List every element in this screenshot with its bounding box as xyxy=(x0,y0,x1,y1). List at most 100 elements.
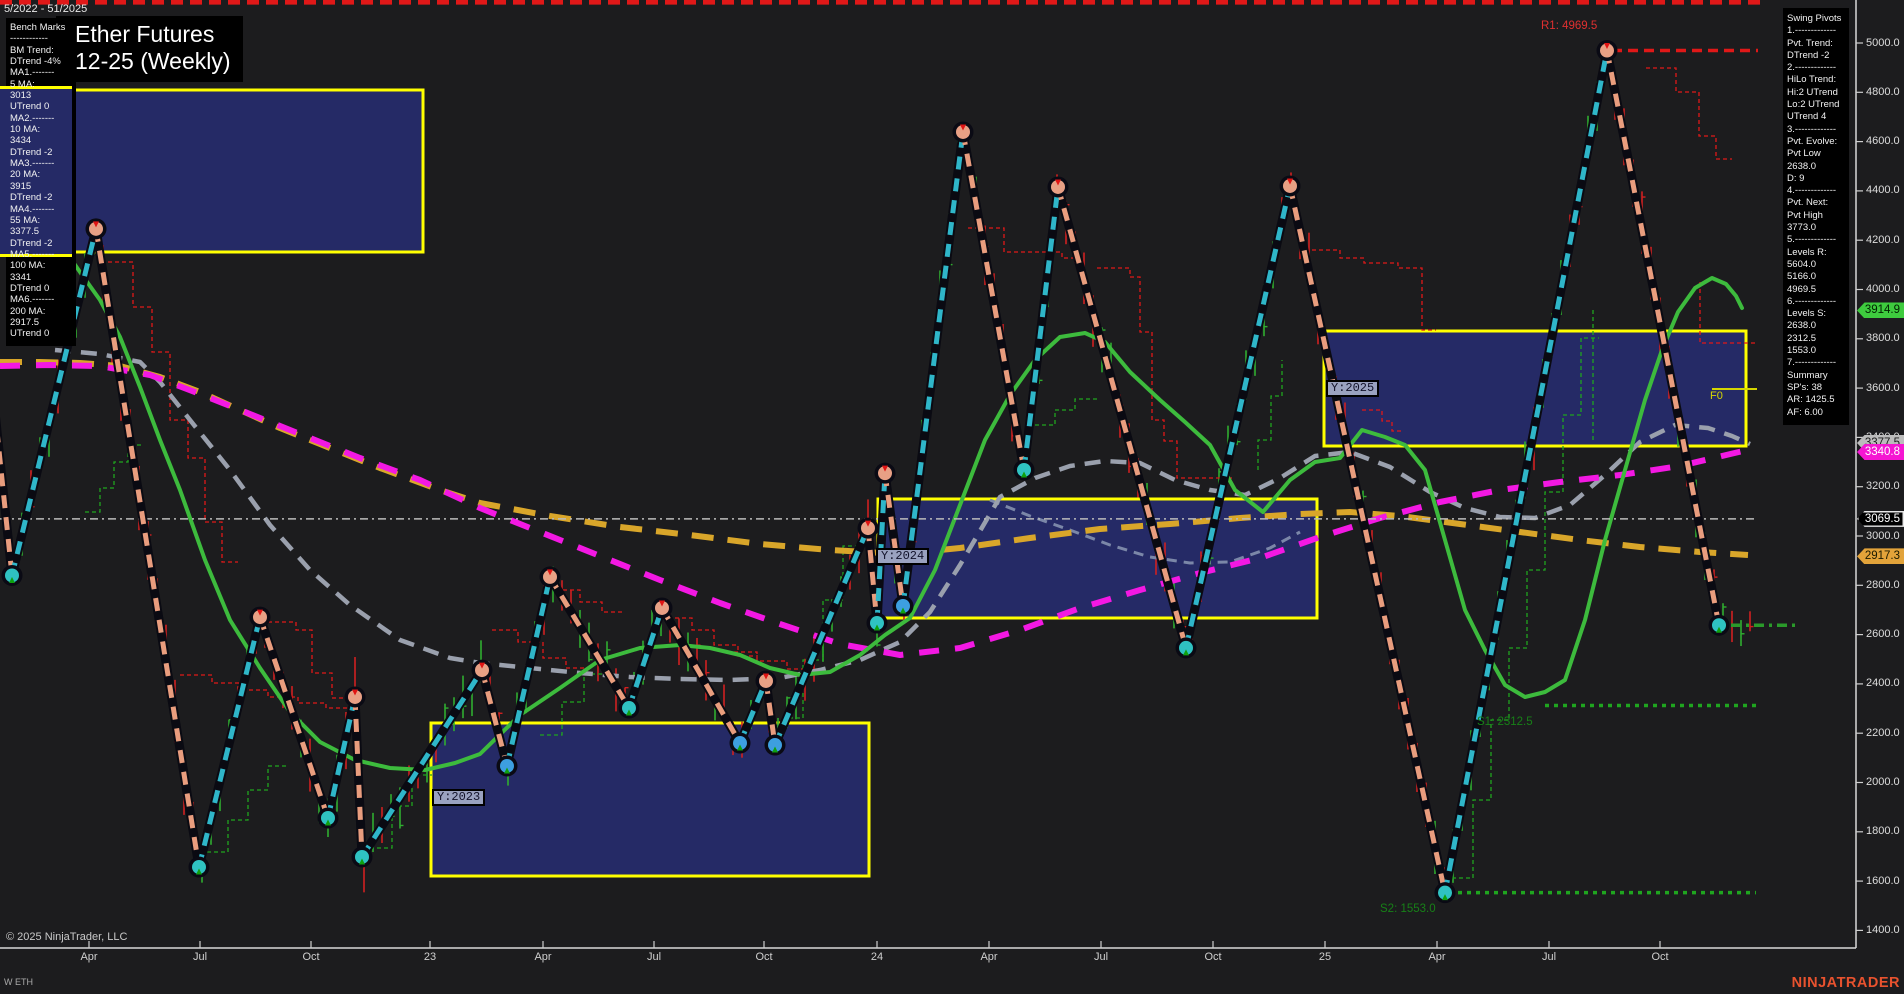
bench-marks-panel: Bench Marks------------BM Trend:DTrend -… xyxy=(6,18,76,346)
swing-pivots-line: 2.------------- xyxy=(1787,62,1849,74)
swing-pivots-line: Pvt. Trend: xyxy=(1787,38,1849,50)
bench-marks-lines: Bench Marks------------BM Trend:DTrend -… xyxy=(10,22,76,340)
swing-pivots-line: 4969.5 xyxy=(1787,284,1849,296)
swing-pivots-line: Pvt. Next: xyxy=(1787,197,1849,209)
y-axis-label: 2200.0 xyxy=(1866,727,1900,739)
bench-marks-line: UTrend 0 xyxy=(10,328,76,339)
x-axis-label: Jul xyxy=(1094,951,1108,963)
swing-pivots-line: Swing Pivots xyxy=(1787,13,1849,25)
x-axis-label: Apr xyxy=(1428,951,1445,963)
year-range-label[interactable]: Y:2023 xyxy=(432,789,485,806)
x-axis-label: Oct xyxy=(755,951,772,963)
bench-marks-line: BM Trend: xyxy=(10,45,76,56)
swing-pivots-line: 1.------------- xyxy=(1787,25,1849,37)
bench-marks-line: DTrend 0 xyxy=(10,283,76,294)
swing-pivots-line: Lo:2 UTrend xyxy=(1787,99,1849,111)
swing-pivots-line: 3.------------- xyxy=(1787,124,1849,136)
chart-title-line2: 12-25 (Weekly) xyxy=(75,48,231,75)
bench-marks-line: ------------ xyxy=(10,33,76,44)
y-axis-label: 2600.0 xyxy=(1866,628,1900,640)
bench-marks-line: 3013 xyxy=(10,90,76,101)
stop-steps-down xyxy=(1646,68,1732,159)
y-axis-label: 4800.0 xyxy=(1866,86,1900,98)
y-axis-label: 4000.0 xyxy=(1866,283,1900,295)
bench-marks-line: 20 MA: xyxy=(10,169,76,180)
bench-marks-line: MA1.------- xyxy=(10,67,76,78)
bench-marks-line: 3377.5 xyxy=(10,226,76,237)
y-axis-label: 1400.0 xyxy=(1866,924,1900,936)
swing-pivots-line: 2638.0 xyxy=(1787,161,1849,173)
swing-pivots-line: HiLo Trend: xyxy=(1787,74,1849,86)
copyright-label: © 2025 NinjaTrader, LLC xyxy=(6,931,127,943)
ninjatrader-chart-window: 5/2022 - 51/2025 Ether Futures 12-25 (We… xyxy=(0,0,1904,994)
price-axis-tag: 3069.5 xyxy=(1857,511,1904,527)
support-s2-label: S2: 1553.0 xyxy=(1380,903,1436,915)
y-axis-label: 1600.0 xyxy=(1866,875,1900,887)
x-axis-label: 24 xyxy=(871,951,883,963)
y-axis-label: 4600.0 xyxy=(1866,135,1900,147)
y-axis-label: 3200.0 xyxy=(1866,480,1900,492)
swing-pivots-panel: Swing Pivots1.-------------Pvt. Trend:DT… xyxy=(1783,8,1849,425)
bench-marks-line: 5 MA: xyxy=(10,79,76,90)
y-axis-label: 3600.0 xyxy=(1866,382,1900,394)
zigzag-casing xyxy=(199,617,260,867)
y-axis-label: 1800.0 xyxy=(1866,825,1900,837)
bench-marks-line: MA2.------- xyxy=(10,113,76,124)
year-range-label[interactable]: Y:2024 xyxy=(876,548,929,565)
x-axis-label: Oct xyxy=(1651,951,1668,963)
swing-pivots-line: Pvt High xyxy=(1787,210,1849,222)
swing-pivots-line: Levels S: xyxy=(1787,308,1849,320)
y-axis-label: 2800.0 xyxy=(1866,579,1900,591)
y-axis-label: 5000.0 xyxy=(1866,37,1900,49)
ninjatrader-logo: NINJATRADER xyxy=(1792,975,1900,991)
x-axis-label: 25 xyxy=(1319,951,1331,963)
bench-marks-line: DTrend -2 xyxy=(10,147,76,158)
bench-marks-line: MA6.------- xyxy=(10,294,76,305)
y-axis-label: 2000.0 xyxy=(1866,776,1900,788)
swing-pivots-line: Levels R: xyxy=(1787,247,1849,259)
swing-pivots-line: 6.------------- xyxy=(1787,296,1849,308)
x-axis-label: Jul xyxy=(193,951,207,963)
swing-pivots-line: Hi:2 UTrend xyxy=(1787,87,1849,99)
swing-pivots-line: AR: 1425.5 xyxy=(1787,394,1849,406)
price-axis-tag: 3340.8 xyxy=(1857,444,1904,460)
stop-steps-up xyxy=(1258,360,1282,470)
chart-title: Ether Futures 12-25 (Weekly) xyxy=(56,16,243,82)
swing-pivots-line: 2312.5 xyxy=(1787,333,1849,345)
swing-pivots-line: DTrend -2 xyxy=(1787,50,1849,62)
support-s1-label: S1: 2312.5 xyxy=(1477,716,1533,728)
stop-steps-down xyxy=(1305,250,1436,330)
swing-pivots-line: Pvt. Evolve: xyxy=(1787,136,1849,148)
bench-marks-line: 55 MA: xyxy=(10,215,76,226)
bench-marks-line: UTrend 0 xyxy=(10,101,76,112)
swing-pivots-line: AF: 6.00 xyxy=(1787,407,1849,419)
price-axis-tag: 2917.3 xyxy=(1857,548,1904,564)
fib-f0-label: F0 xyxy=(1710,390,1723,402)
swing-pivots-line: UTrend 4 xyxy=(1787,111,1849,123)
year-range-label[interactable]: Y:2025 xyxy=(1326,380,1379,397)
x-axis-label: Apr xyxy=(80,951,97,963)
date-range-label: 5/2022 - 51/2025 xyxy=(4,3,87,15)
y-axis-label: 4200.0 xyxy=(1866,234,1900,246)
bench-marks-line: MA3.------- xyxy=(10,158,76,169)
price-axis-tag: 3914.9 xyxy=(1857,302,1904,318)
swing-pivots-line: 7.------------- xyxy=(1787,357,1849,369)
swing-pivots-line: Pvt Low xyxy=(1787,148,1849,160)
bench-marks-line: 100 MA: xyxy=(10,260,76,271)
bench-marks-line: 3434 xyxy=(10,135,76,146)
swing-pivots-line: 5166.0 xyxy=(1787,271,1849,283)
bench-marks-line: MA5.------- xyxy=(10,249,76,260)
swing-pivots-line: 1553.0 xyxy=(1787,345,1849,357)
bench-marks-line: DTrend -4% xyxy=(10,56,76,67)
x-axis-label: Apr xyxy=(534,951,551,963)
bench-marks-line: 2917.5 xyxy=(10,317,76,328)
y-axis-label: 2400.0 xyxy=(1866,677,1900,689)
y-axis-label: 3800.0 xyxy=(1866,332,1900,344)
swing-pivots-lines: Swing Pivots1.-------------Pvt. Trend:DT… xyxy=(1787,13,1849,419)
chart-canvas[interactable] xyxy=(0,0,1904,994)
x-axis-label: Apr xyxy=(980,951,997,963)
x-axis-label: Oct xyxy=(1204,951,1221,963)
stop-steps-up xyxy=(1035,399,1097,425)
bench-marks-line: 200 MA: xyxy=(10,306,76,317)
swing-pivots-line: D: 9 xyxy=(1787,173,1849,185)
